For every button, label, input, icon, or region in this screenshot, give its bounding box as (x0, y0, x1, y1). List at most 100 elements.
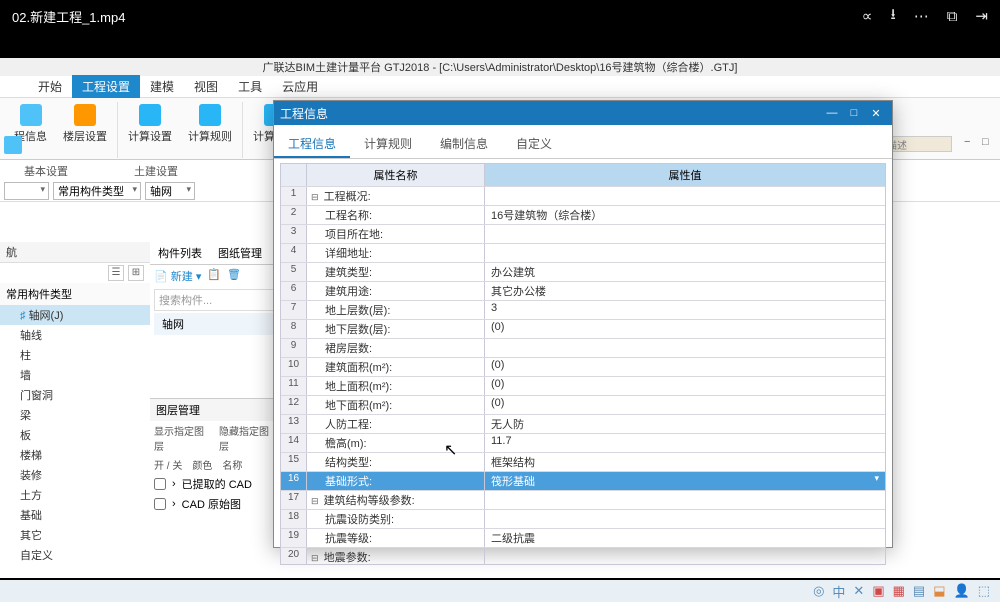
property-value[interactable]: 筏形基础 (485, 472, 885, 490)
property-row[interactable]: 3项目所在地: (281, 224, 885, 243)
tree-item[interactable]: 基础 (0, 505, 150, 525)
status-icon-6[interactable]: ▤ (913, 583, 925, 599)
menu-tools[interactable]: 工具 (228, 75, 272, 98)
property-row[interactable]: 6建筑用途:其它办公楼 (281, 281, 885, 300)
btn-new-component[interactable]: 📄 新建 ▾ (154, 268, 201, 284)
layer-expand-1[interactable]: › (172, 478, 176, 490)
property-row[interactable]: 10建筑面积(m²):(0) (281, 357, 885, 376)
property-row[interactable]: 15结构类型:框架结构 (281, 452, 885, 471)
property-value[interactable]: (0) (485, 358, 885, 376)
dialog-tab-custom[interactable]: 自定义 (502, 131, 566, 158)
dialog-close-icon[interactable]: ✕ (866, 107, 886, 120)
tree-item[interactable]: 其它 (0, 525, 150, 545)
tree-item[interactable]: 板 (0, 425, 150, 445)
btn-hide-layers[interactable]: 隐藏指定图层 (219, 423, 276, 453)
menu-view[interactable]: 视图 (184, 75, 228, 98)
maximize-icon[interactable]: □ (982, 136, 996, 150)
dropdown-floor[interactable] (4, 182, 49, 200)
btn-copy-icon[interactable]: 📋 (207, 268, 221, 284)
property-value[interactable]: 框架结构 (485, 453, 885, 471)
tree-item[interactable]: 墙 (0, 365, 150, 385)
tree-item[interactable]: 柱 (0, 345, 150, 365)
menu-project-settings[interactable]: 工程设置 (72, 75, 140, 98)
status-icon-7[interactable]: ⬓ (933, 583, 945, 599)
tree-item[interactable]: 楼梯 (0, 445, 150, 465)
property-value[interactable] (485, 491, 885, 509)
btn-delete-icon[interactable]: 🗑 (227, 268, 241, 284)
status-icon-5[interactable]: ▦ (893, 583, 905, 599)
tab-component-list[interactable]: 构件列表 (150, 242, 210, 264)
layer-row-original[interactable]: › CAD 原始图 (150, 494, 280, 514)
tree-item[interactable]: 土方 (0, 485, 150, 505)
property-value[interactable]: 3 (485, 301, 885, 319)
property-value[interactable] (485, 510, 885, 528)
more-icon[interactable]: ⋯ (914, 7, 929, 25)
property-row[interactable]: 2工程名称:16号建筑物（综合楼） (281, 205, 885, 224)
tree-item[interactable]: 门窗洞 (0, 385, 150, 405)
dropdown-component-type[interactable]: 常用构件类型 (53, 182, 141, 200)
property-row[interactable]: 11地上面积(m²):(0) (281, 376, 885, 395)
layer-expand-2[interactable]: › (172, 498, 176, 510)
tree-item[interactable]: ♯ 轴网(J) (0, 305, 150, 325)
layer-checkbox-2[interactable] (154, 498, 166, 510)
property-row[interactable]: 4详细地址: (281, 243, 885, 262)
download-icon[interactable]: ⭳ (890, 4, 895, 29)
status-icon-4[interactable]: ▣ (872, 583, 884, 599)
property-row[interactable]: 9裙房层数: (281, 338, 885, 357)
btn-show-layers[interactable]: 显示指定图层 (154, 423, 211, 453)
tree-item[interactable]: 轴线 (0, 325, 150, 345)
property-value[interactable]: (0) (485, 396, 885, 414)
ribbon-floor-settings[interactable]: 楼层设置 (57, 102, 113, 146)
view-list-icon[interactable]: ☰ (108, 265, 124, 281)
property-row[interactable]: 19抗震等级:二级抗震 (281, 528, 885, 547)
tree-group-header[interactable]: 常用构件类型 (0, 283, 150, 305)
ribbon-calc-rules[interactable]: 计算规则 (182, 102, 238, 146)
dialog-tab-edit-info[interactable]: 编制信息 (426, 131, 502, 158)
dropdown-axis[interactable]: 轴网 (145, 182, 195, 200)
dialog-maximize-icon[interactable]: □ (844, 107, 864, 120)
property-value[interactable]: 无人防 (485, 415, 885, 433)
property-value[interactable] (485, 548, 885, 564)
status-icon-2[interactable]: 中 (832, 582, 845, 601)
property-row[interactable]: 1⊟ 工程概况: (281, 186, 885, 205)
dialog-tab-project-info[interactable]: 工程信息 (274, 131, 350, 158)
property-value[interactable]: 11.7 (485, 434, 885, 452)
property-row[interactable]: 18抗震设防类别: (281, 509, 885, 528)
property-row[interactable]: 7地上层数(层):3 (281, 300, 885, 319)
status-icon-8[interactable]: 👤 (954, 583, 970, 599)
dialog-tab-calc-rules[interactable]: 计算规则 (350, 131, 426, 158)
pip-icon[interactable]: ⧉ (947, 8, 958, 25)
property-row[interactable]: 12地下面积(m²):(0) (281, 395, 885, 414)
minimize-icon[interactable]: − (964, 136, 978, 150)
tree-item[interactable]: 自定义 (0, 545, 150, 565)
property-value[interactable] (485, 187, 885, 205)
property-value[interactable] (485, 225, 885, 243)
fullscreen-icon[interactable]: ⇥ (975, 7, 988, 25)
property-row[interactable]: 8地下层数(层):(0) (281, 319, 885, 338)
component-item-axis[interactable]: 轴网 (154, 313, 276, 335)
dialog-titlebar[interactable]: 工程信息 — □ ✕ (274, 101, 892, 125)
property-row[interactable]: 14檐高(m):11.7 (281, 433, 885, 452)
menu-start[interactable]: 开始 (28, 75, 72, 98)
layer-checkbox-1[interactable] (154, 478, 166, 490)
tree-item[interactable]: 装修 (0, 465, 150, 485)
view-grid-icon[interactable]: ⊞ (128, 265, 144, 281)
property-value[interactable]: (0) (485, 377, 885, 395)
tree-item[interactable]: 梁 (0, 405, 150, 425)
status-icon-9[interactable]: ⬚ (978, 583, 990, 599)
status-icon-3[interactable]: ✕ (853, 583, 864, 599)
dialog-minimize-icon[interactable]: — (822, 107, 842, 120)
status-icon-1[interactable]: ◎ (813, 583, 824, 599)
ribbon-calc-settings-1[interactable]: 计算设置 (122, 102, 178, 146)
property-row[interactable]: 13人防工程:无人防 (281, 414, 885, 433)
property-value[interactable] (485, 339, 885, 357)
property-value[interactable]: 二级抗震 (485, 529, 885, 547)
menu-modeling[interactable]: 建模 (140, 75, 184, 98)
property-row[interactable]: 16基础形式:筏形基础 (281, 471, 885, 490)
component-search[interactable]: 搜索构件... (154, 289, 276, 311)
property-row[interactable]: 17⊟ 建筑结构等级参数: (281, 490, 885, 509)
tab-drawing-mgmt[interactable]: 图纸管理 (210, 242, 270, 264)
menu-cloud[interactable]: 云应用 (272, 75, 328, 98)
property-value[interactable]: 其它办公楼 (485, 282, 885, 300)
property-value[interactable] (485, 244, 885, 262)
